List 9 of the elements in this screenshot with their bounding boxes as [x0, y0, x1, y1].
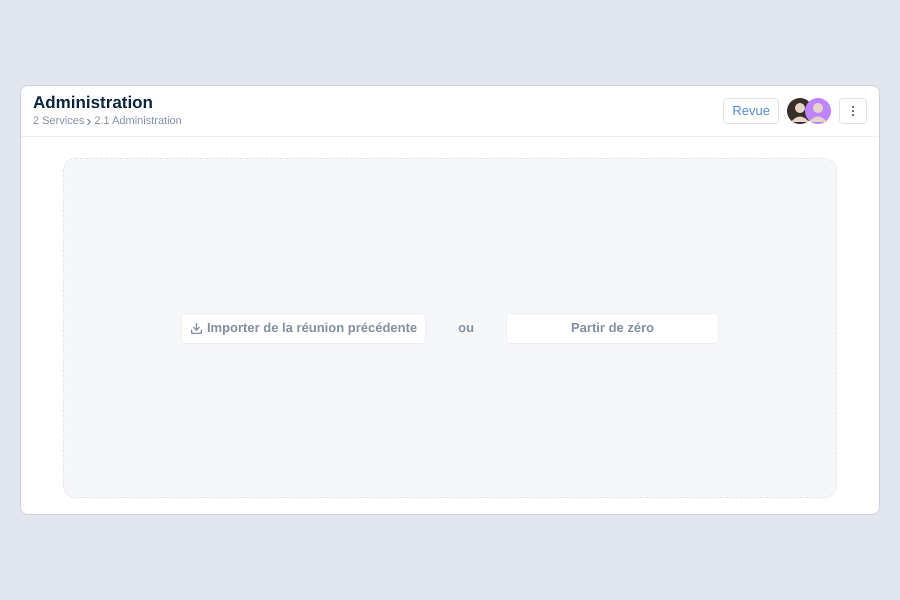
breadcrumb-link[interactable]: 2 Services [33, 113, 84, 130]
page-title: Administration [33, 92, 154, 114]
separator-text: ou [457, 319, 476, 338]
download-icon [190, 322, 203, 334]
import-button[interactable]: Importer de la réunion précédente [180, 312, 426, 344]
scratch-button[interactable]: Partir de zéro [506, 312, 720, 344]
review-button[interactable]: Revue [723, 98, 779, 124]
breadcrumb-link[interactable]: 2.1 Administration [94, 113, 182, 130]
more-button[interactable] [839, 98, 867, 124]
